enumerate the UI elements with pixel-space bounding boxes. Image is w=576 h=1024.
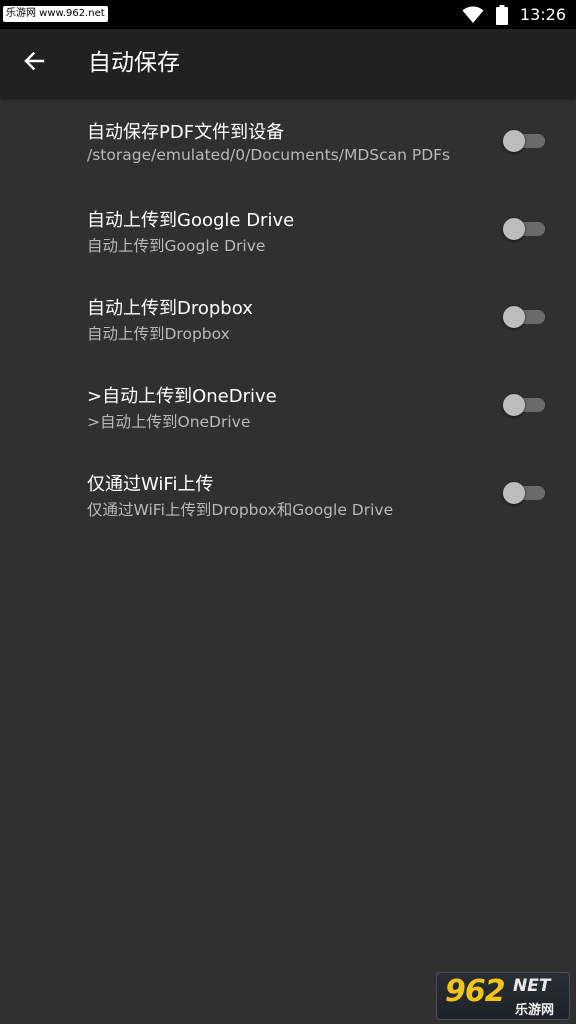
switch-thumb xyxy=(503,482,525,504)
status-bar: 乐游网 www.962.net 13:26 xyxy=(0,0,576,29)
watermark-logo: 962 NET 乐游网 xyxy=(436,972,570,1020)
status-time: 13:26 xyxy=(519,5,566,24)
setting-summary: 仅通过WiFi上传到Dropbox和Google Drive xyxy=(87,501,394,519)
switch-thumb xyxy=(503,306,525,328)
arrow-back-icon xyxy=(23,50,45,76)
setting-upload-onedrive[interactable]: >自动上传到OneDrive >自动上传到OneDrive xyxy=(0,361,576,449)
setting-upload-google-drive[interactable]: 自动上传到Google Drive 自动上传到Google Drive xyxy=(0,185,576,273)
setting-title: 自动上传到Google Drive xyxy=(87,210,295,231)
setting-summary: 自动上传到Google Drive xyxy=(87,237,266,255)
watermark-logo-number: 962 xyxy=(445,974,506,1009)
setting-summary: /storage/emulated/0/Documents/MDScan PDF… xyxy=(87,146,451,164)
onedrive-switch[interactable] xyxy=(503,394,545,416)
setting-summary: 自动上传到Dropbox xyxy=(87,325,230,343)
toolbar: 自动保存 xyxy=(0,29,576,97)
page-title: 自动保存 xyxy=(88,50,180,76)
watermark-logo-net: NET xyxy=(513,976,551,996)
status-icons: 13:26 xyxy=(462,0,566,29)
dropbox-switch[interactable] xyxy=(503,306,545,328)
wifi-only-switch[interactable] xyxy=(503,482,545,504)
setting-wifi-only[interactable]: 仅通过WiFi上传 仅通过WiFi上传到Dropbox和Google Drive xyxy=(0,449,576,537)
setting-upload-dropbox[interactable]: 自动上传到Dropbox 自动上传到Dropbox xyxy=(0,273,576,361)
setting-title: >自动上传到OneDrive xyxy=(87,386,277,407)
setting-title: 自动上传到Dropbox xyxy=(87,298,253,319)
back-button[interactable] xyxy=(12,41,56,85)
setting-summary: >自动上传到OneDrive xyxy=(87,413,251,431)
switch-thumb xyxy=(503,394,525,416)
watermark-logo-text: 乐游网 xyxy=(515,1003,555,1018)
wifi-icon xyxy=(462,6,484,24)
setting-title: 自动保存PDF文件到设备 xyxy=(87,122,285,143)
settings-list: 自动保存PDF文件到设备 /storage/emulated/0/Documen… xyxy=(0,97,576,537)
watermark-label: 乐游网 www.962.net xyxy=(3,6,108,22)
setting-auto-save-pdf[interactable]: 自动保存PDF文件到设备 /storage/emulated/0/Documen… xyxy=(0,97,576,185)
setting-title: 仅通过WiFi上传 xyxy=(87,474,214,495)
google-drive-switch[interactable] xyxy=(503,218,545,240)
auto-save-pdf-switch[interactable] xyxy=(503,130,545,152)
switch-thumb xyxy=(503,218,525,240)
battery-icon xyxy=(495,4,508,25)
switch-thumb xyxy=(503,130,525,152)
